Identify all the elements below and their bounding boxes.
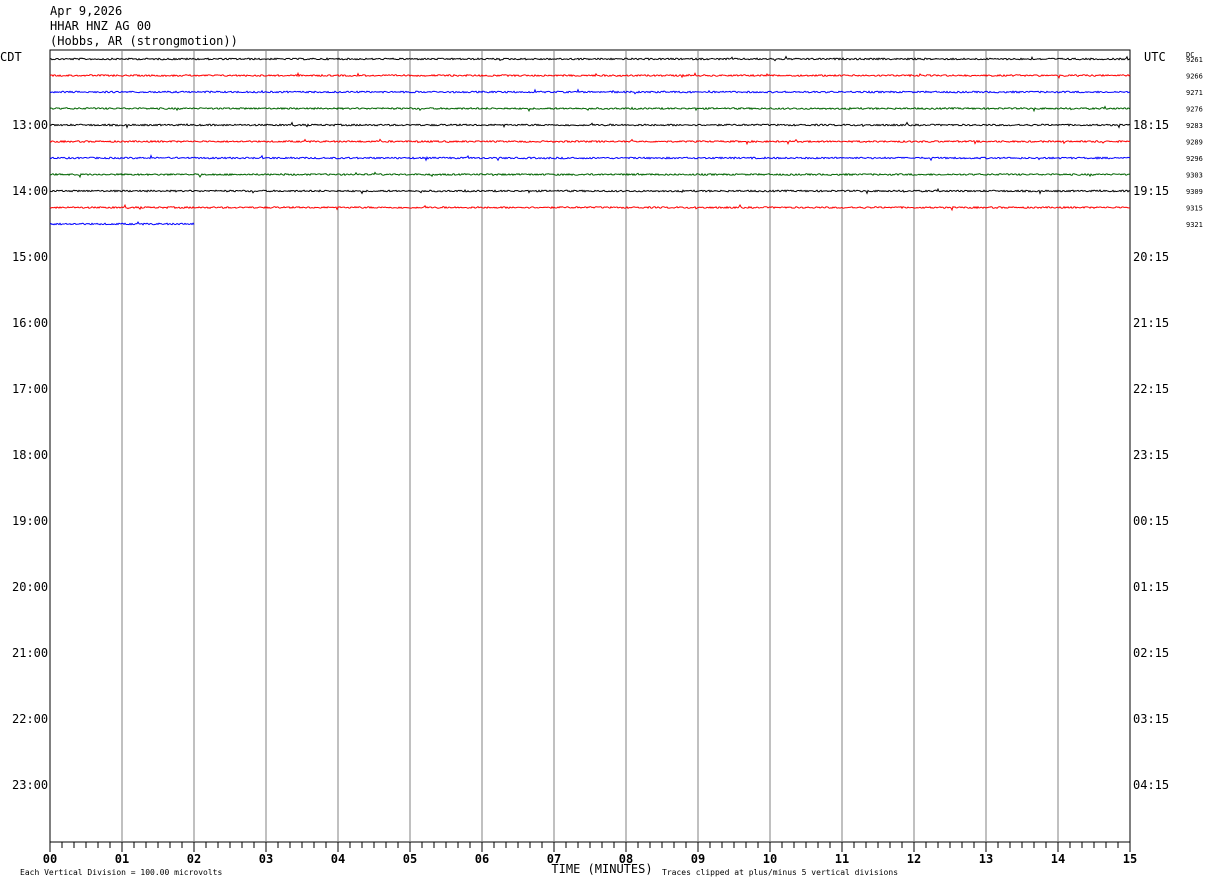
x-tick-label: 01 — [115, 852, 129, 866]
right-hour-label: 20:15 — [1133, 250, 1169, 264]
x-tick-label: 11 — [835, 852, 849, 866]
left-axis-label: CDT — [0, 50, 22, 64]
x-tick-label: 14 — [1051, 852, 1065, 866]
seismic-trace — [49, 71, 1131, 79]
seismic-trace — [49, 154, 1131, 162]
right-hour-label: 22:15 — [1133, 382, 1169, 396]
left-hour-label: 22:00 — [12, 712, 48, 726]
seismic-trace — [49, 138, 1131, 146]
dc-value: 9261 — [1186, 56, 1203, 64]
x-tick-label: 03 — [259, 852, 273, 866]
right-hour-label: 04:15 — [1133, 778, 1169, 792]
right-hour-label: 19:15 — [1133, 184, 1169, 198]
left-hour-label: 17:00 — [12, 382, 48, 396]
x-tick-label: 10 — [763, 852, 777, 866]
x-tick-label: 09 — [691, 852, 705, 866]
left-hour-label: 20:00 — [12, 580, 48, 594]
footer-clip-note: Traces clipped at plus/minus 5 vertical … — [662, 868, 898, 877]
seismic-trace — [49, 121, 1131, 129]
left-hour-label: 19:00 — [12, 514, 48, 528]
dc-value: 9271 — [1186, 89, 1203, 97]
dc-value: 9289 — [1186, 139, 1203, 147]
right-hour-label: 18:15 — [1133, 118, 1169, 132]
grid-layer — [49, 49, 1131, 852]
left-hour-label: 18:00 — [12, 448, 48, 462]
x-axis-title: TIME (MINUTES) — [551, 862, 652, 876]
left-hour-label: 23:00 — [12, 778, 48, 792]
x-tick-label: 13 — [979, 852, 993, 866]
right-axis-label: UTC — [1144, 50, 1166, 64]
right-hour-label: 21:15 — [1133, 316, 1169, 330]
left-hour-label: 15:00 — [12, 250, 48, 264]
right-hour-label: 03:15 — [1133, 712, 1169, 726]
dc-value: 9321 — [1186, 221, 1203, 229]
x-tick-label: 04 — [331, 852, 345, 866]
dc-value: 9303 — [1186, 172, 1203, 180]
plot-frame — [49, 49, 1131, 843]
right-hour-label: 01:15 — [1133, 580, 1169, 594]
seismic-trace — [49, 171, 1131, 179]
x-tick-label: 02 — [187, 852, 201, 866]
dc-value: 9266 — [1186, 73, 1203, 81]
left-hour-label: 16:00 — [12, 316, 48, 330]
footer-scale-note: Each Vertical Division = 100.00 microvol… — [20, 868, 222, 877]
dc-value: 9315 — [1186, 205, 1203, 213]
dc-value: 9283 — [1186, 122, 1203, 130]
seismic-trace — [49, 55, 1131, 62]
dc-value: 9309 — [1186, 188, 1203, 196]
x-tick-label: 15 — [1123, 852, 1137, 866]
x-tick-label: 05 — [403, 852, 417, 866]
seismic-trace — [49, 187, 1131, 195]
left-hour-label: 13:00 — [12, 118, 48, 132]
left-hour-label: 14:00 — [12, 184, 48, 198]
seismogram-plot: 00 01 02 03 04 05 06 07 08 09 10 11 12 13 14 15TIME (MI… — [0, 49, 1203, 877]
left-hour-label: 21:00 — [12, 646, 48, 660]
trace-layer — [49, 55, 1131, 226]
right-hour-label: 02:15 — [1133, 646, 1169, 660]
seismic-trace — [49, 203, 1130, 212]
seismic-trace — [49, 105, 1131, 113]
right-hour-label: 00:15 — [1133, 514, 1169, 528]
dc-value: 9276 — [1186, 106, 1203, 114]
right-hour-label: 23:15 — [1133, 448, 1169, 462]
x-tick-label: 06 — [475, 852, 489, 866]
dc-value: 9296 — [1186, 155, 1203, 163]
x-tick-label: 00 — [43, 852, 57, 866]
x-tick-label: 12 — [907, 852, 921, 866]
seismic-trace — [49, 88, 1131, 95]
